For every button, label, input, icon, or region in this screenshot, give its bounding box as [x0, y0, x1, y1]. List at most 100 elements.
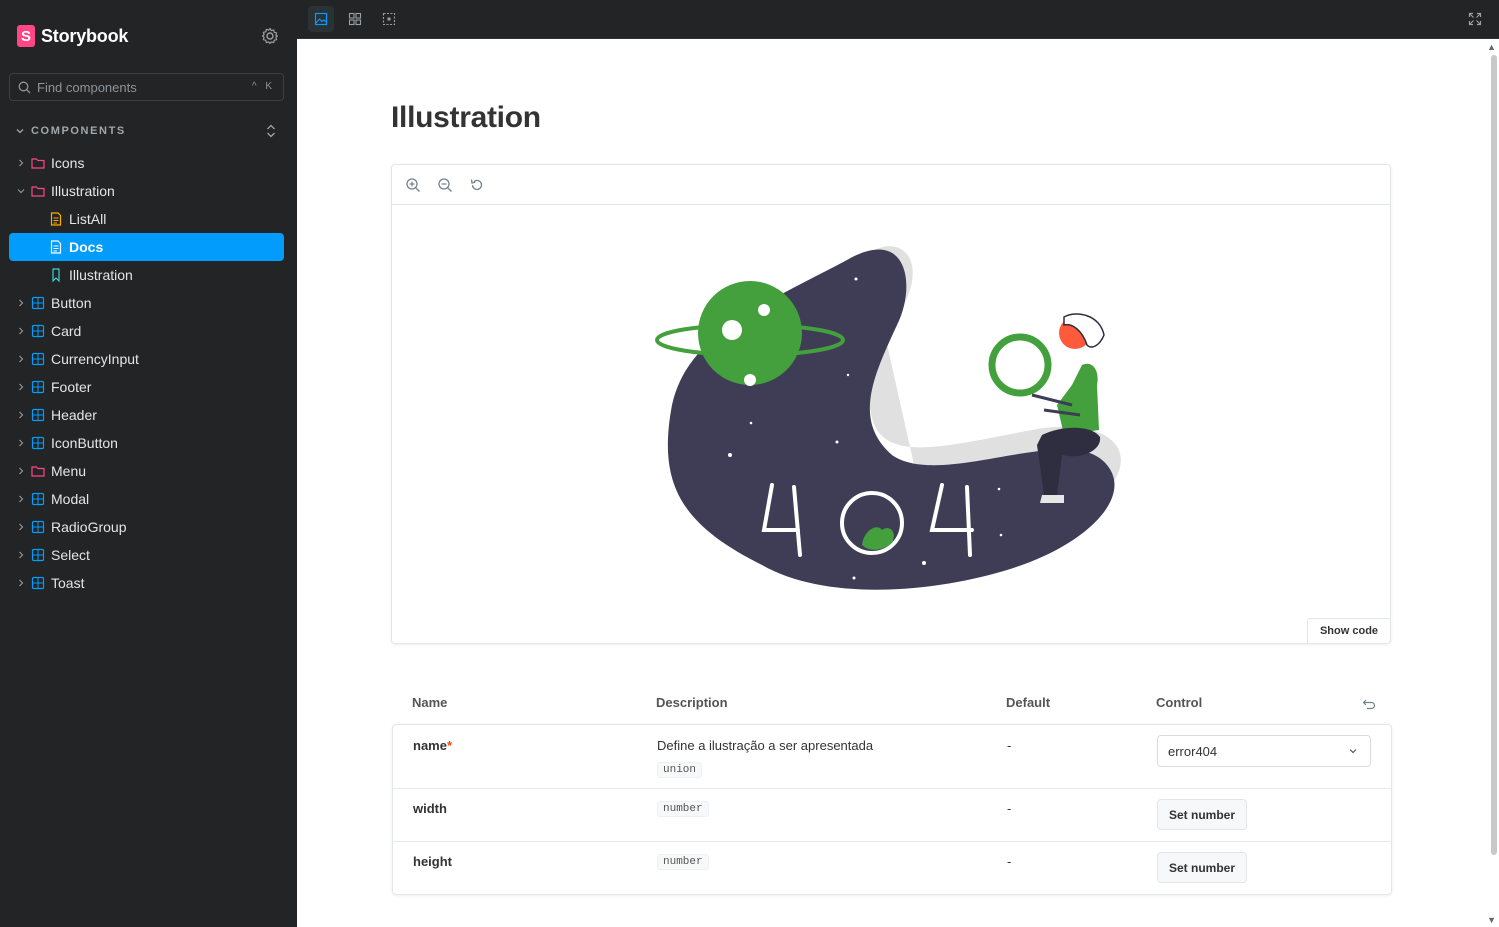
sidebar-item-card[interactable]: Card — [9, 317, 284, 345]
component-icon — [31, 492, 45, 506]
chevron-down-icon — [17, 189, 25, 194]
chevron-right-icon — [19, 159, 24, 167]
sidebar-item-docs[interactable]: Docs — [9, 233, 284, 261]
sidebar-item-select[interactable]: Select — [9, 541, 284, 569]
sidebar-item-label: IconButton — [51, 435, 118, 451]
bookmark-icon — [52, 268, 60, 282]
component-icon — [31, 352, 45, 366]
chevron-right-icon — [19, 383, 24, 391]
page-title: Illustration — [391, 101, 541, 134]
sidebar-item-toast[interactable]: Toast — [9, 569, 284, 597]
sidebar-item-label: Toast — [51, 575, 85, 591]
story-preview: Show code — [391, 164, 1391, 644]
sidebar-item-label: Docs — [69, 239, 104, 255]
sidebar-item-label: Footer — [51, 379, 92, 395]
chevron-right-icon — [19, 355, 24, 363]
sidebar-item-menu[interactable]: Menu — [9, 457, 284, 485]
show-code-button[interactable]: Show code — [1307, 618, 1391, 644]
image-view-button[interactable] — [308, 6, 334, 32]
set-width-button[interactable]: Set number — [1157, 799, 1247, 830]
chevron-right-icon — [19, 299, 24, 307]
arg-type: number — [657, 852, 709, 870]
outline-icon — [382, 12, 396, 26]
sidebar-item-label: RadioGroup — [51, 519, 127, 535]
column-header-name: Name — [412, 695, 448, 710]
arg-default: - — [1007, 854, 1012, 869]
search-box[interactable]: ^ K — [9, 73, 284, 101]
expand-collapse-icon[interactable] — [265, 122, 277, 140]
arg-type: union — [657, 760, 703, 778]
table-row: width number - Set number — [393, 789, 1391, 842]
gear-icon[interactable] — [260, 26, 280, 46]
chevron-down-icon — [16, 129, 24, 134]
sidebar-item-modal[interactable]: Modal — [9, 485, 284, 513]
zoom-out-icon[interactable] — [437, 177, 453, 193]
zoom-reset-icon[interactable] — [469, 177, 485, 193]
sidebar-item-radiogroup[interactable]: RadioGroup — [9, 513, 284, 541]
arg-default: - — [1007, 738, 1012, 753]
required-marker: * — [446, 738, 453, 753]
document-icon — [50, 240, 62, 254]
sidebar-item-label: Header — [51, 407, 97, 423]
sidebar-item-listall[interactable]: ListAll — [9, 205, 284, 233]
chevron-right-icon — [19, 411, 24, 419]
table-row: name* Define a ilustração a ser apresent… — [393, 725, 1391, 789]
sidebar-item-label: Button — [51, 295, 92, 311]
sidebar-item-illustration-folder[interactable]: Illustration — [9, 177, 284, 205]
arg-name: width — [413, 801, 447, 816]
arg-type: number — [657, 799, 709, 817]
sidebar-item-label: Illustration — [69, 267, 133, 283]
fullscreen-button[interactable] — [1462, 6, 1488, 32]
folder-icon — [31, 158, 45, 169]
name-select[interactable]: error404 — [1157, 735, 1371, 767]
sidebar-item-icons[interactable]: Icons — [9, 149, 284, 177]
search-input[interactable] — [37, 79, 237, 95]
outline-button[interactable] — [376, 6, 402, 32]
brand-name: Storybook — [41, 25, 129, 46]
storybook-brand[interactable]: S Storybook — [17, 25, 128, 47]
column-header-description: Description — [656, 695, 728, 710]
fullscreen-icon — [1468, 12, 1482, 26]
scroll-up-arrow[interactable]: ▲ — [1487, 42, 1496, 52]
docs-canvas: ▲ ▼ Illustration Show code Name Descript… — [297, 39, 1499, 927]
scrollbar[interactable] — [1491, 55, 1497, 855]
chevron-right-icon — [19, 523, 24, 531]
storybook-logo: S — [17, 25, 35, 47]
search-icon — [18, 81, 31, 93]
component-icon — [31, 296, 45, 310]
grid-button[interactable] — [342, 6, 368, 32]
sidebar-item-illustration-story[interactable]: Illustration — [9, 261, 284, 289]
sidebar-item-currencyinput[interactable]: CurrencyInput — [9, 345, 284, 373]
chevron-down-icon — [1349, 749, 1357, 754]
search-shortcut: ^ K — [251, 81, 275, 92]
arg-name: height — [413, 854, 452, 869]
chevron-right-icon — [19, 579, 24, 587]
zoom-in-icon[interactable] — [405, 177, 421, 193]
sidebar-item-label: Illustration — [51, 183, 115, 199]
reset-args-icon[interactable] — [1362, 697, 1376, 711]
column-header-default: Default — [1006, 695, 1051, 710]
sidebar-item-footer[interactable]: Footer — [9, 373, 284, 401]
args-table: name* Define a ilustração a ser apresent… — [392, 724, 1392, 895]
sidebar-item-label: Select — [51, 547, 90, 563]
sidebar-item-header[interactable]: Header — [9, 401, 284, 429]
component-icon — [31, 436, 45, 450]
chevron-right-icon — [19, 439, 24, 447]
sidebar-item-label: Card — [51, 323, 82, 339]
components-section-header[interactable]: COMPONENTS — [15, 122, 285, 140]
column-header-control: Control — [1156, 695, 1203, 710]
sidebar-item-label: Modal — [51, 491, 90, 507]
chevron-right-icon — [19, 327, 24, 335]
sidebar: S Storybook ^ K COMPONENTS Icons Illustr… — [0, 0, 297, 927]
folder-icon — [31, 466, 45, 477]
sidebar-item-label: ListAll — [69, 211, 107, 227]
sidebar-item-button[interactable]: Button — [9, 289, 284, 317]
set-height-button[interactable]: Set number — [1157, 852, 1247, 883]
image-icon — [314, 12, 328, 26]
document-icon — [50, 212, 62, 226]
section-title: COMPONENTS — [31, 125, 126, 137]
chevron-right-icon — [19, 467, 24, 475]
sidebar-item-label: CurrencyInput — [51, 351, 139, 367]
sidebar-item-iconbutton[interactable]: IconButton — [9, 429, 284, 457]
scroll-down-arrow[interactable]: ▼ — [1487, 915, 1496, 925]
